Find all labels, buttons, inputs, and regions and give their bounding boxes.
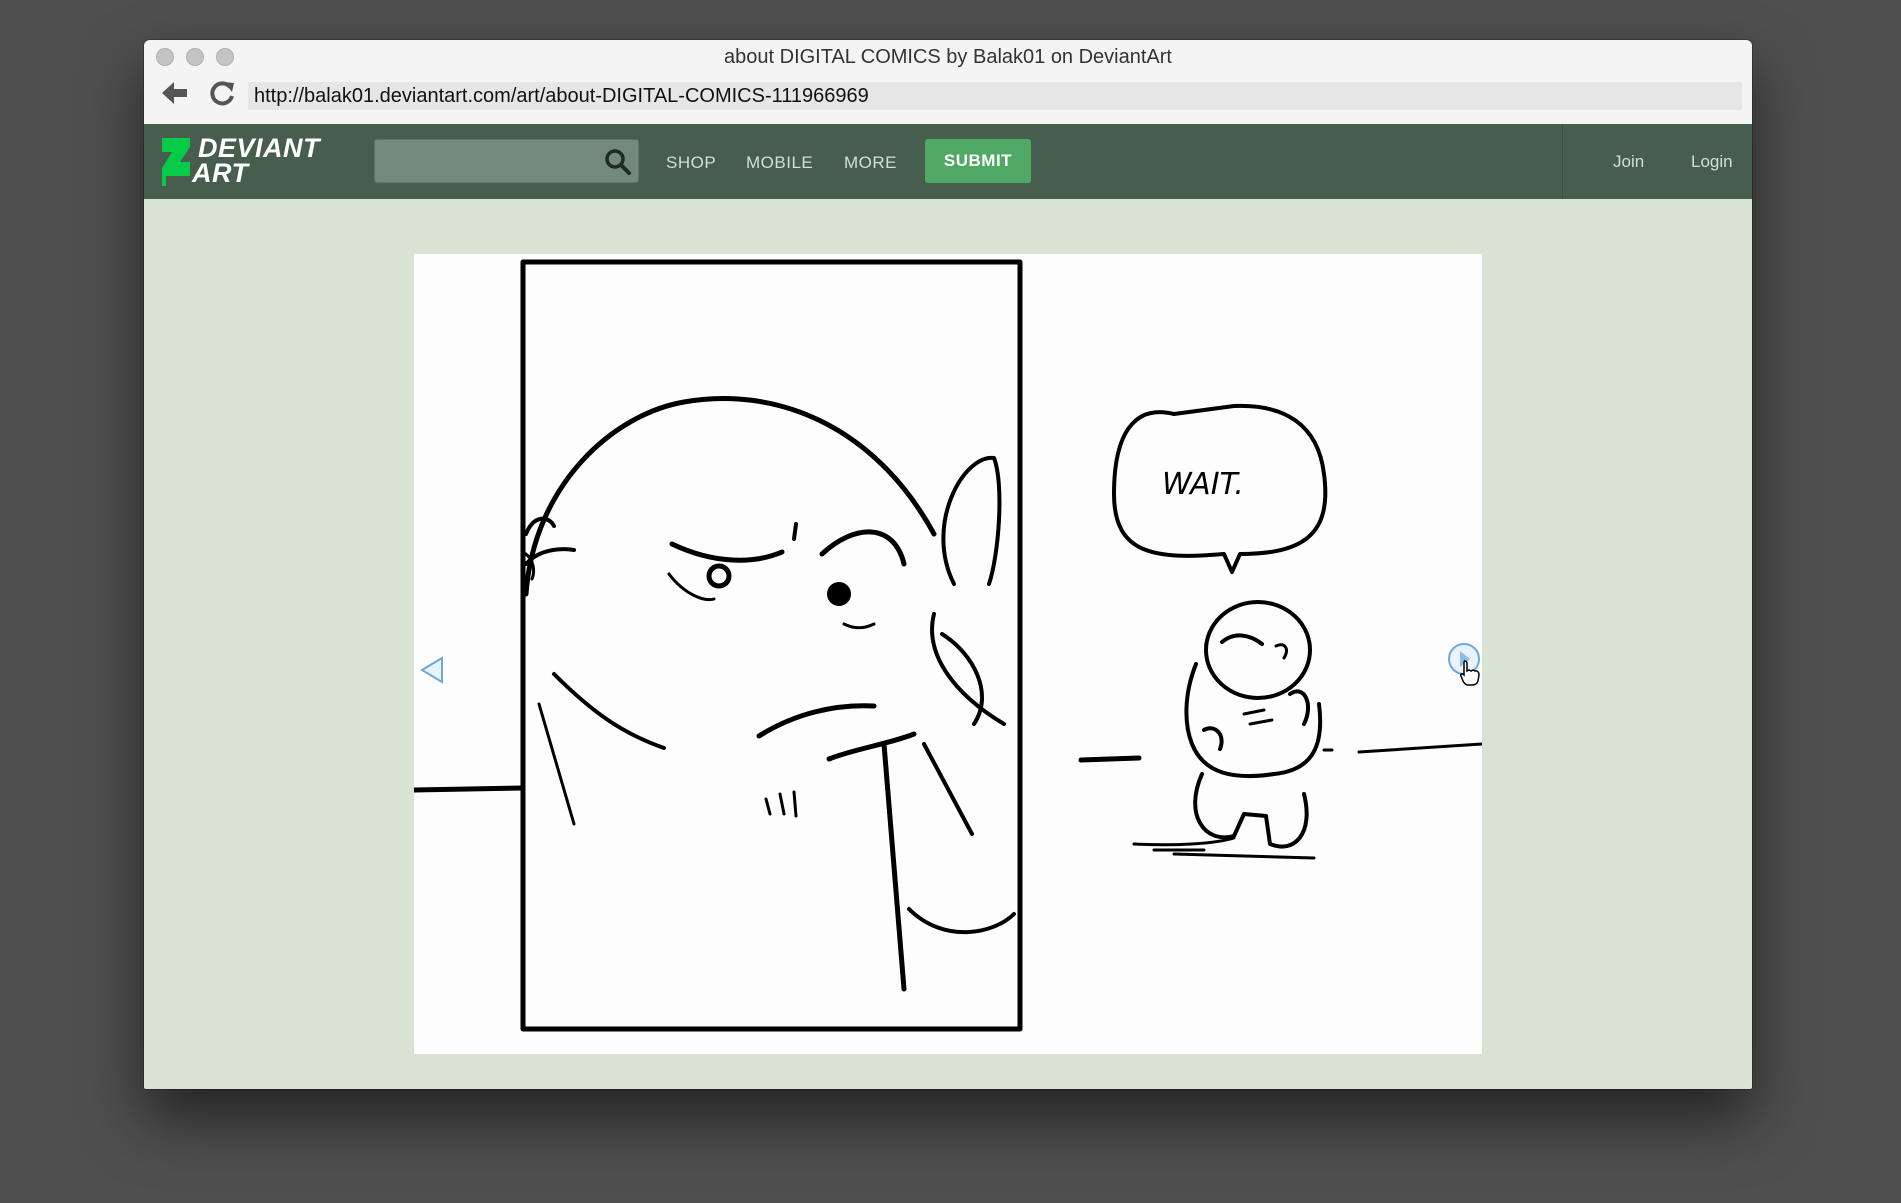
- browser-window: about DIGITAL COMICS by Balak01 on Devia…: [144, 40, 1752, 1089]
- deviantart-logo[interactable]: DEVIANT ART: [162, 135, 342, 188]
- speech-bubble-text: WAIT.: [1162, 467, 1244, 502]
- site-header: DEVIANT ART SHOP MOBILE MORE SUBMIT Join…: [144, 124, 1752, 199]
- deviantart-logo-icon: [162, 138, 190, 186]
- triangle-left-icon: [420, 656, 443, 684]
- reload-icon: [210, 81, 234, 106]
- comic-drawing: WAIT.: [414, 259, 1482, 1032]
- logo-line-2: ART: [192, 158, 249, 188]
- artwork-image: WAIT.: [414, 254, 1482, 1054]
- header-divider: [1562, 124, 1563, 199]
- search-icon[interactable]: [604, 148, 632, 176]
- browser-chrome: about DIGITAL COMICS by Balak01 on Devia…: [144, 40, 1752, 125]
- logo-wordmark: DEVIANT ART: [192, 135, 320, 187]
- back-button[interactable]: [158, 78, 190, 110]
- next-image-button[interactable]: [1446, 641, 1482, 686]
- address-bar[interactable]: http://balak01.deviantart.com/art/about-…: [248, 82, 1742, 110]
- join-link[interactable]: Join: [1613, 152, 1644, 172]
- submit-button[interactable]: SUBMIT: [925, 139, 1031, 183]
- search-input[interactable]: [374, 139, 639, 183]
- login-link[interactable]: Login: [1691, 152, 1733, 172]
- previous-image-button[interactable]: [418, 654, 446, 686]
- arrow-left-icon: [162, 82, 187, 104]
- reload-button[interactable]: [206, 78, 238, 110]
- nav-shop[interactable]: SHOP: [666, 153, 716, 173]
- hand-pointer-icon: [1460, 660, 1480, 686]
- nav-mobile[interactable]: MOBILE: [746, 153, 813, 173]
- window-title: about DIGITAL COMICS by Balak01 on Devia…: [724, 46, 1172, 68]
- nav-more[interactable]: MORE: [844, 153, 897, 173]
